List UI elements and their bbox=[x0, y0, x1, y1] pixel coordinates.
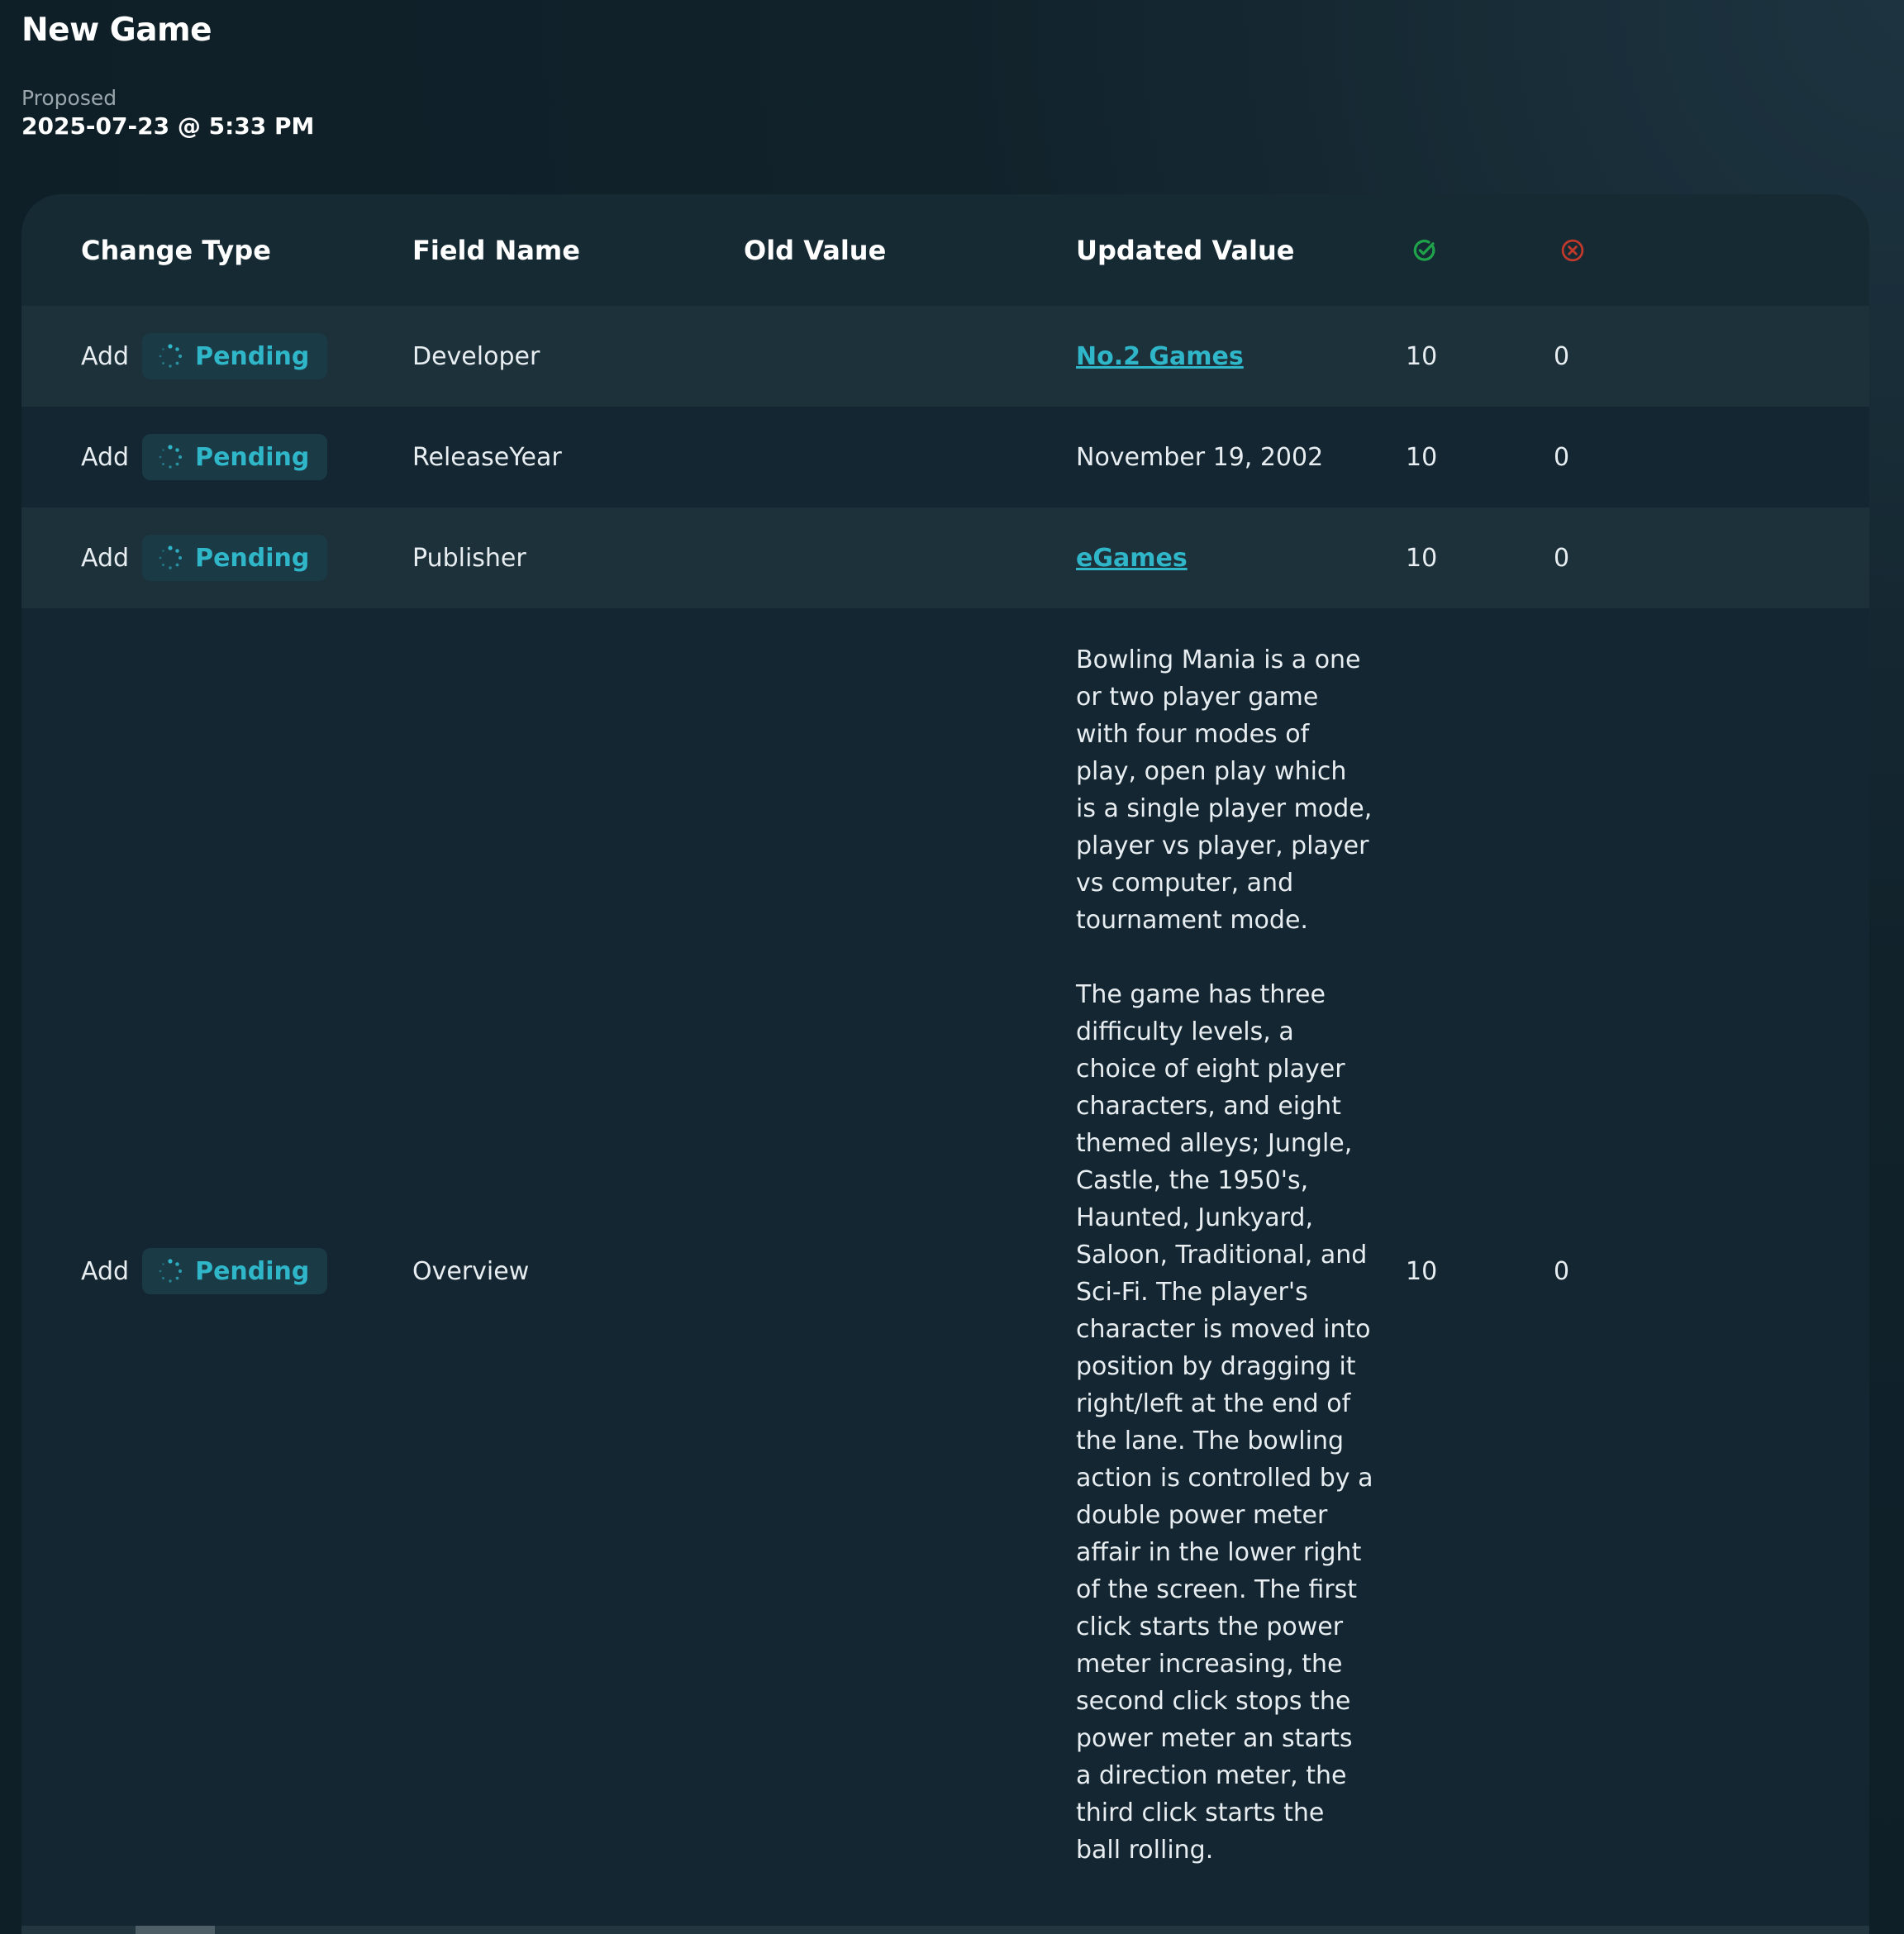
status-label: Pending bbox=[195, 1256, 310, 1286]
change-type-label: Add bbox=[81, 341, 130, 371]
change-type-cell: Add Pending bbox=[81, 407, 328, 507]
scrollbar-thumb[interactable] bbox=[136, 1926, 215, 1934]
approvals-count: 10 bbox=[1406, 341, 1438, 371]
updated-value-cell: Bowling Mania is a one or two player gam… bbox=[1076, 641, 1373, 1869]
overview-paragraph: Bowling Mania is a one or two player gam… bbox=[1076, 645, 1373, 935]
rejections-count: 0 bbox=[1554, 543, 1570, 573]
updated-value-link[interactable]: eGames bbox=[1076, 544, 1188, 573]
table-header: Change Type Field Name Old Value Updated… bbox=[21, 194, 1869, 306]
approvals-count: 10 bbox=[1406, 1256, 1438, 1286]
status-label: Pending bbox=[195, 442, 310, 472]
spinner-icon bbox=[159, 1259, 183, 1283]
change-type-cell: Add Pending bbox=[81, 507, 328, 608]
change-type-label: Add bbox=[81, 543, 130, 573]
field-name-cell: Publisher bbox=[412, 543, 526, 573]
field-name-cell: ReleaseYear bbox=[412, 442, 562, 472]
rejections-count: 0 bbox=[1554, 442, 1570, 472]
status-label: Pending bbox=[195, 543, 310, 573]
rejections-count: 0 bbox=[1554, 1256, 1570, 1286]
field-name-cell: Developer bbox=[412, 341, 540, 371]
x-circle-icon bbox=[1561, 239, 1584, 261]
change-type-label: Add bbox=[81, 442, 130, 472]
spinner-icon bbox=[159, 545, 183, 569]
spinner-icon bbox=[159, 445, 183, 469]
proposed-label: Proposed bbox=[21, 86, 117, 110]
header-old-value[interactable]: Old Value bbox=[744, 194, 886, 306]
status-badge: Pending bbox=[142, 535, 328, 581]
rejections-count: 0 bbox=[1554, 341, 1570, 371]
updated-value-cell: No.2 Games bbox=[1076, 306, 1244, 407]
page: New Game Proposed 2025-07-23 @ 5:33 PM C… bbox=[0, 0, 1904, 1934]
change-type-cell: Add Pending bbox=[81, 608, 328, 1934]
change-type-cell: Add Pending bbox=[81, 306, 328, 407]
page-title: New Game bbox=[21, 12, 212, 49]
updated-value-link[interactable]: No.2 Games bbox=[1076, 342, 1244, 371]
header-updated-value[interactable]: Updated Value bbox=[1076, 194, 1295, 306]
status-label: Pending bbox=[195, 341, 310, 371]
spinner-icon bbox=[159, 344, 183, 368]
approvals-count: 10 bbox=[1406, 543, 1438, 573]
status-badge: Pending bbox=[142, 434, 328, 480]
check-circle-icon bbox=[1413, 239, 1435, 261]
horizontal-scrollbar[interactable] bbox=[21, 1926, 1869, 1934]
table-row: Add Pending Overview Bowling Mania is a … bbox=[21, 608, 1869, 1934]
table-row: Add Pending Publisher eGames 10 0 bbox=[21, 507, 1869, 608]
table-row: Add Pending ReleaseYear November 19, 200… bbox=[21, 407, 1869, 507]
updated-value-cell: November 19, 2002 bbox=[1076, 442, 1324, 472]
overview-paragraph: The game has three difficulty levels, a … bbox=[1076, 980, 1373, 1865]
approvals-count: 10 bbox=[1406, 442, 1438, 472]
change-type-label: Add bbox=[81, 1256, 130, 1286]
header-field-name[interactable]: Field Name bbox=[412, 194, 580, 306]
status-badge: Pending bbox=[142, 333, 328, 379]
proposed-date: 2025-07-23 @ 5:33 PM bbox=[21, 112, 315, 140]
header-approve[interactable] bbox=[1406, 194, 1437, 306]
updated-value-cell: eGames bbox=[1076, 507, 1188, 608]
header-change-type[interactable]: Change Type bbox=[81, 194, 271, 306]
changes-table: Change Type Field Name Old Value Updated… bbox=[21, 194, 1869, 1934]
status-badge: Pending bbox=[142, 1248, 328, 1294]
header-reject[interactable] bbox=[1554, 194, 1585, 306]
table-row: Add Pending Developer No.2 Games 10 0 bbox=[21, 306, 1869, 407]
field-name-cell: Overview bbox=[412, 1256, 530, 1286]
